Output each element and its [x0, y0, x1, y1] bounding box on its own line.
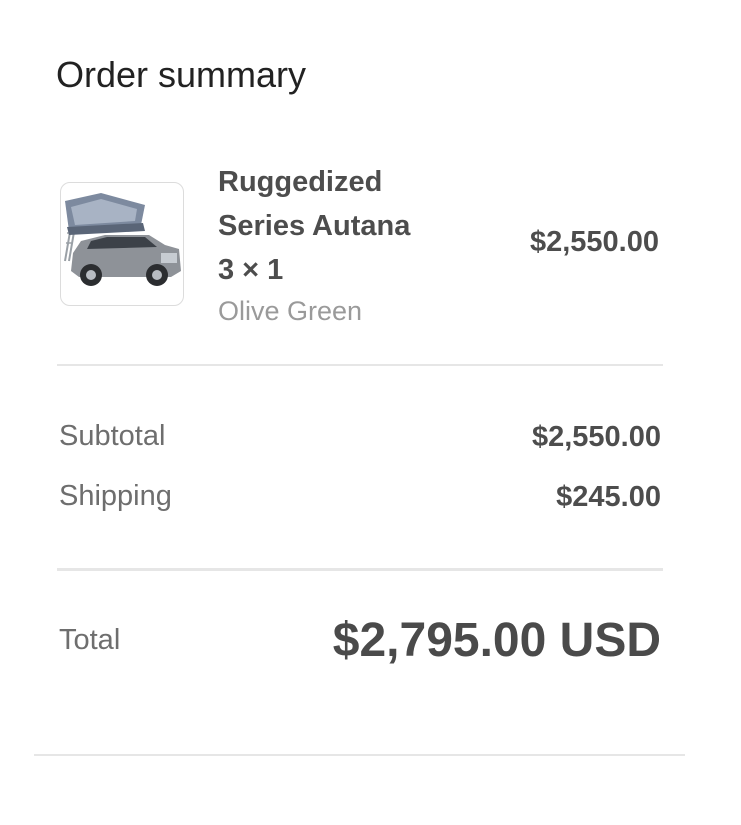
shipping-label: Shipping: [59, 480, 172, 512]
product-quantity: 3 × 1: [218, 254, 284, 286]
divider: [34, 754, 685, 756]
product-price: $2,550.00: [529, 226, 659, 258]
total-label: Total: [59, 624, 121, 656]
shipping-value: $245.00: [556, 481, 661, 513]
divider: [57, 364, 663, 366]
subtotal-value: $2,550.00: [531, 421, 661, 453]
product-name: Ruggedized Series Autana: [218, 166, 411, 242]
subtotal-label: Subtotal: [59, 420, 166, 452]
divider: [57, 568, 663, 571]
product-image-icon: [64, 193, 181, 286]
product-variant: Olive Green: [218, 296, 363, 326]
product-thumbnail: [60, 182, 184, 306]
total-value: $2,795.00 USD: [332, 614, 661, 667]
order-summary-title: Order summary: [56, 54, 307, 95]
